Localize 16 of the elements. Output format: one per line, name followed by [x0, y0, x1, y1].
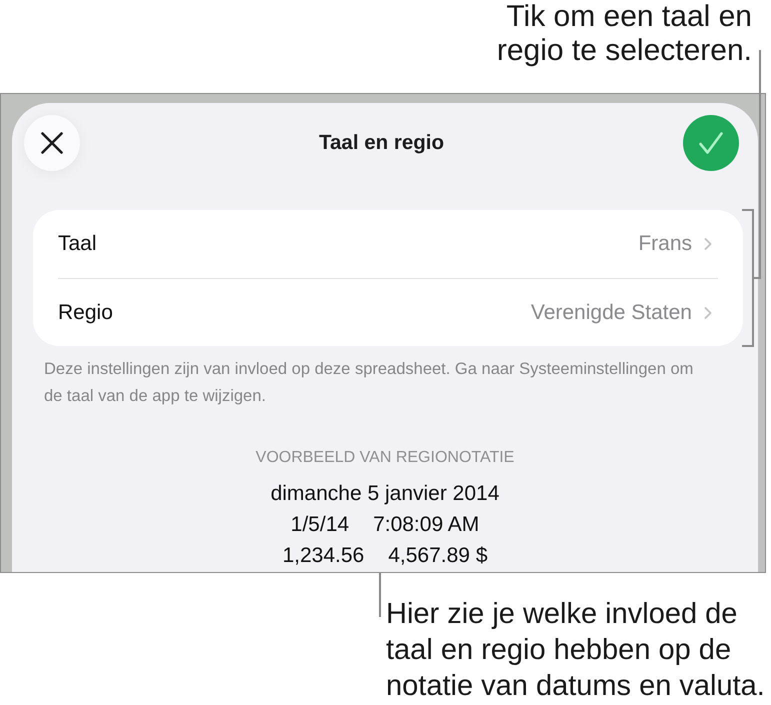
preview-heading: VOORBEELD VAN REGIONOTATIE	[254, 448, 516, 468]
sheet-title: Taal en regio	[319, 131, 444, 155]
setting-value[interactable]: Frans	[638, 232, 692, 256]
callout-text: Hier zie je welke invloed de taal en regio hebben op de notatie van datums en valuta.	[386, 597, 766, 704]
setting-value[interactable]: Verenigde Staten	[530, 300, 692, 324]
settings-note: Deze instellingen zijn van invloed op deze spreadsheet. Ga naar Systeeminstellingen om de taal van de app te wijzigen.	[44, 359, 694, 407]
setting-label: Regio	[58, 300, 113, 324]
preview-number: 1,234.56	[282, 543, 364, 569]
close-icon	[41, 132, 63, 154]
preview-currency: 4,567.89 $	[388, 543, 488, 569]
checkmark-icon	[699, 132, 723, 154]
preview-long-date: dimanche 5 janvier 2014	[270, 481, 500, 507]
setting-label: Taal	[58, 232, 97, 256]
preview-time: 7:08:09 AM	[373, 512, 480, 538]
callout-text: Tik om een taal en regio te selecteren.	[496, 0, 752, 68]
preview-short-date: 1/5/14	[290, 512, 350, 538]
